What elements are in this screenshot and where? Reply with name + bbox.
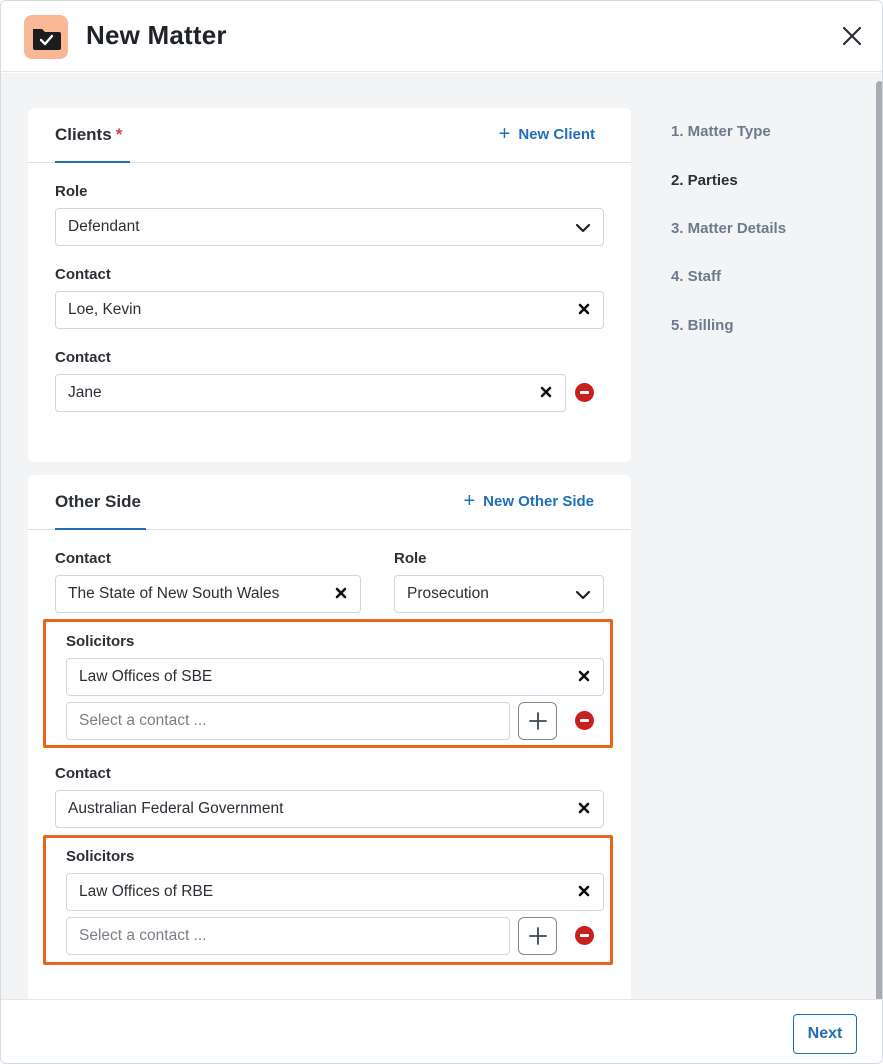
plus-icon: + — [463, 490, 476, 512]
clear-icon[interactable] — [539, 385, 553, 399]
contact-label: Contact — [55, 349, 111, 366]
other-side-tab-underline — [55, 528, 146, 530]
chevron-down-icon — [575, 223, 591, 233]
other-side-contact-field-1[interactable]: The State of New South Wales — [55, 575, 361, 613]
chevron-down-icon — [575, 590, 591, 600]
dialog-footer: Next — [1, 999, 882, 1063]
next-button[interactable]: Next — [793, 1014, 857, 1054]
clear-icon[interactable] — [577, 801, 591, 815]
folder-check-icon — [24, 15, 68, 59]
client-contact-value: Jane — [68, 384, 102, 401]
role-label: Role — [394, 550, 427, 567]
new-other-side-button[interactable]: + New Other Side — [463, 490, 594, 512]
client-contact-field-1[interactable]: Loe, Kevin — [55, 291, 604, 329]
required-marker: * — [115, 125, 123, 144]
solicitors-highlight-box — [43, 619, 613, 748]
new-other-side-label: New Other Side — [483, 493, 594, 510]
other-side-contact-value: Australian Federal Government — [68, 800, 284, 817]
contact-label: Contact — [55, 765, 111, 782]
scrollbar-thumb[interactable] — [876, 81, 882, 1026]
close-icon[interactable] — [839, 23, 865, 49]
contact-label: Contact — [55, 550, 111, 567]
step-matter-details[interactable]: 3. Matter Details — [671, 220, 786, 237]
other-side-contact-value: The State of New South Wales — [68, 585, 280, 602]
dialog-body: Clients * + New Client Role Defendant Con… — [1, 73, 875, 1005]
clients-card: Clients * + New Client Role Defendant Con… — [28, 108, 631, 462]
new-client-button[interactable]: + New Client — [498, 123, 595, 145]
other-side-role-select[interactable]: Prosecution — [394, 575, 604, 613]
other-side-card-header: Other Side + New Other Side — [28, 475, 631, 530]
contact-label: Contact — [55, 266, 111, 283]
step-billing[interactable]: 5. Billing — [671, 317, 734, 334]
clients-title-text: Clients — [55, 125, 112, 144]
clear-icon[interactable] — [577, 302, 591, 316]
clients-title: Clients * — [55, 125, 122, 145]
step-parties[interactable]: 2. Parties — [671, 172, 738, 189]
other-side-role-value: Prosecution — [407, 585, 489, 602]
new-client-label: New Client — [518, 126, 595, 143]
role-label: Role — [55, 183, 88, 200]
step-matter-type[interactable]: 1. Matter Type — [671, 123, 771, 140]
other-side-contact-field-2[interactable]: Australian Federal Government — [55, 790, 604, 828]
scrollbar[interactable] — [875, 73, 882, 1026]
dialog-header: New Matter — [1, 1, 882, 72]
clear-icon[interactable] — [334, 586, 348, 600]
dialog-title: New Matter — [86, 20, 227, 50]
client-contact-field-2[interactable]: Jane — [55, 374, 566, 412]
client-contact-value: Loe, Kevin — [68, 301, 142, 318]
other-side-title: Other Side — [55, 492, 141, 511]
client-role-select[interactable]: Defendant — [55, 208, 604, 246]
new-matter-dialog: New Matter Clients * + New Client Role D… — [0, 0, 883, 1064]
plus-icon: + — [498, 123, 511, 145]
clients-tab-underline — [55, 161, 130, 163]
solicitors-highlight-box — [43, 835, 613, 965]
remove-contact-icon[interactable] — [575, 383, 594, 402]
step-staff[interactable]: 4. Staff — [671, 268, 721, 285]
clients-card-header: Clients * + New Client — [28, 108, 631, 163]
client-role-value: Defendant — [68, 218, 140, 235]
